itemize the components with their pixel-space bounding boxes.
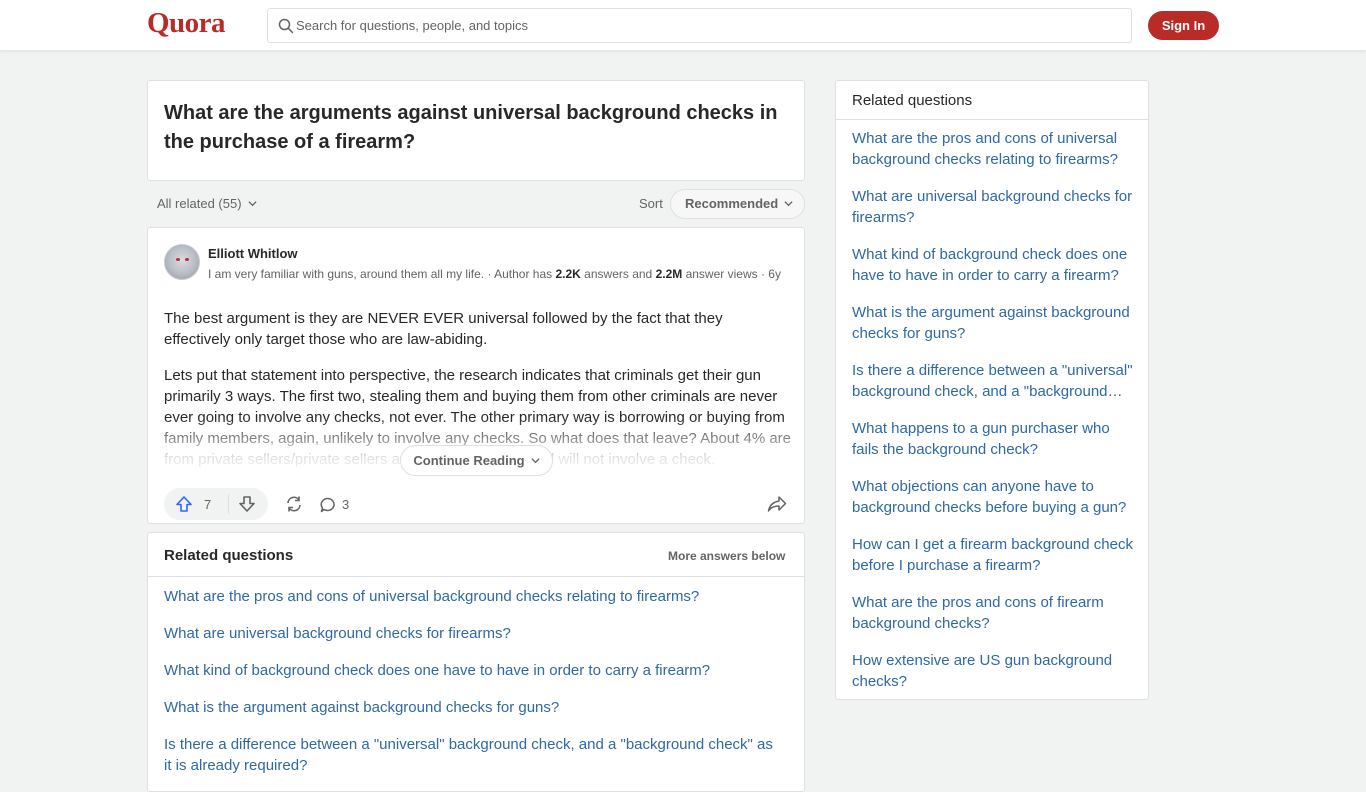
downvote-arrow-icon — [239, 496, 255, 512]
comment-button[interactable]: 3 — [316, 488, 356, 520]
reshare-button[interactable] — [278, 488, 310, 520]
related-questions-list: What are the pros and cons of universal … — [164, 586, 784, 792]
sidebar-related-link[interactable]: Is there a difference between a "univers… — [852, 360, 1136, 402]
sidebar-related-questions: Related questions What are the pros and … — [835, 80, 1149, 700]
answer-card: Elliott Whitlow I am very familiar with … — [147, 227, 805, 524]
chevron-down-icon — [531, 458, 540, 464]
views-count: 2.2M — [655, 267, 683, 281]
answer-paragraph: The best argument is they are NEVER EVER… — [164, 310, 723, 348]
related-questions-header: Related questions More answers below — [148, 533, 804, 577]
sidebar-related-link[interactable]: What happens to a gun purchaser who fail… — [852, 418, 1136, 460]
search-icon — [278, 18, 294, 34]
downvote-button[interactable] — [229, 488, 268, 520]
all-related-dropdown[interactable]: All related (55) — [157, 196, 257, 211]
all-related-label: All related (55) — [157, 196, 242, 211]
reshare-icon — [287, 496, 301, 512]
upvote-arrow-icon — [176, 496, 192, 512]
sign-in-button[interactable]: Sign In — [1148, 11, 1219, 40]
sidebar-related-link[interactable]: What kind of background check does one h… — [852, 244, 1136, 286]
continue-reading-button[interactable]: Continue Reading — [400, 445, 553, 476]
sidebar-related-link[interactable]: What are the pros and cons of firearm ba… — [852, 592, 1136, 634]
stats-suffix: answer views · 6y — [682, 267, 781, 281]
sort-dropdown[interactable]: Recommended — [670, 189, 805, 219]
author-credential: I am very familiar with guns, around the… — [208, 265, 783, 283]
sidebar-related-link[interactable]: What is the argument against background … — [852, 302, 1136, 344]
comment-bubble-icon — [320, 497, 335, 513]
top-header: Quora Sign In — [0, 0, 1366, 51]
author-name[interactable]: Elliott Whitlow — [208, 246, 298, 261]
question-title: What are the arguments against universal… — [164, 102, 778, 153]
related-question-link[interactable]: What are universal background checks for… — [164, 623, 784, 644]
related-question-link[interactable]: What kind of background check does one h… — [164, 660, 784, 681]
related-questions-card: Related questions More answers below Wha… — [147, 532, 805, 792]
avatar-detail — [185, 258, 189, 261]
search-bar[interactable] — [267, 8, 1132, 43]
credential-text[interactable]: I am very familiar with guns, around the… — [208, 267, 484, 281]
search-input[interactable] — [296, 9, 1116, 42]
sidebar-related-header: Related questions — [836, 81, 1148, 120]
sort-label: Sort — [639, 196, 663, 211]
sidebar-related-link[interactable]: How can I get a firearm background check… — [852, 534, 1136, 576]
sidebar-related-link[interactable]: What are the pros and cons of universal … — [852, 128, 1136, 170]
quora-logo[interactable]: Quora — [147, 7, 226, 40]
related-question-link[interactable]: Is there a difference between a "univers… — [164, 734, 784, 776]
related-question-link[interactable]: What are the pros and cons of universal … — [164, 586, 784, 607]
avatar-detail — [176, 258, 180, 261]
sidebar-related-list: What are the pros and cons of universal … — [852, 128, 1136, 708]
answers-count: 2.2K — [555, 267, 581, 281]
vote-pill: 7 — [164, 488, 268, 520]
question-card: What are the arguments against universal… — [147, 80, 805, 181]
avatar[interactable] — [164, 244, 200, 280]
sort-value: Recommended — [685, 196, 779, 211]
comment-count: 3 — [342, 497, 350, 512]
stats-prefix: · Author has — [484, 267, 556, 281]
related-questions-title: Related questions — [164, 547, 294, 564]
upvote-count: 7 — [204, 497, 212, 512]
answer-actions: 7 3 — [164, 488, 792, 520]
answers-filter-row: All related (55) Sort Recommended — [147, 188, 805, 220]
related-question-link[interactable]: What is the argument against background … — [164, 697, 784, 718]
sidebar-related-link[interactable]: What objections can anyone have to backg… — [852, 476, 1136, 518]
share-forward-icon — [767, 496, 787, 512]
chevron-down-icon — [247, 201, 257, 207]
upvote-button[interactable]: 7 — [164, 488, 228, 520]
share-button[interactable] — [762, 488, 792, 520]
sidebar-related-link[interactable]: How extensive are US gun background chec… — [852, 650, 1136, 692]
continue-reading-label: Continue Reading — [413, 453, 525, 468]
sidebar-related-title: Related questions — [852, 92, 973, 109]
stats-mid: answers and — [580, 267, 656, 281]
sidebar-related-link[interactable]: What are universal background checks for… — [852, 186, 1136, 228]
more-answers-below-link[interactable]: More answers below — [668, 549, 785, 563]
chevron-down-icon — [784, 201, 793, 207]
